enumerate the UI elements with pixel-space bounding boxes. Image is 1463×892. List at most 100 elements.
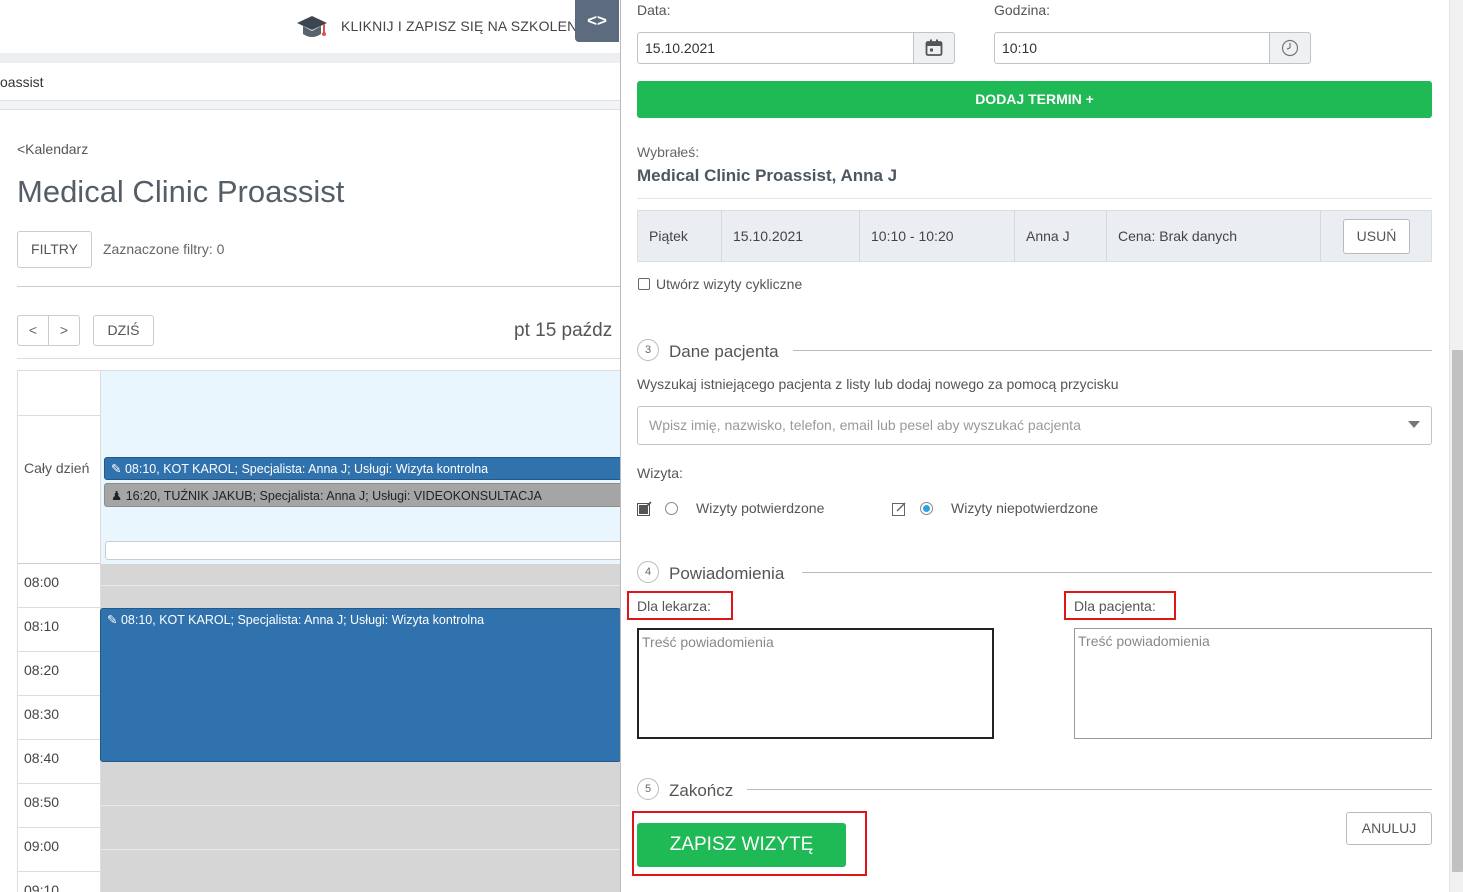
highlight-box <box>1064 591 1176 620</box>
cyclic-label: Utwórz wizyty cykliczne <box>656 276 803 292</box>
section-number: 5 <box>637 778 659 800</box>
slot-cell[interactable] <box>100 828 620 872</box>
event-text: 08:10, KOT KAROL; Specjalista: Anna J; U… <box>120 613 485 627</box>
date-label: Data: <box>637 2 671 18</box>
all-day-event[interactable]: ♟ 16:20, TUŹNIK JAKUB; Specjalista: Anna… <box>104 483 620 507</box>
time-slot[interactable]: 08:00 <box>18 564 620 608</box>
term-date: 15.10.2021 <box>722 211 860 261</box>
date-picker-button[interactable] <box>913 32 955 64</box>
app-brand[interactable]: oassist <box>0 74 44 90</box>
visits-label: Wizyta: <box>637 465 683 481</box>
selected-term-row: Piątek 15.10.2021 10:10 - 10:20 Anna J C… <box>637 210 1432 262</box>
day-grid: Cały dzień ✎ 08:10, KOT KAROL; Specjalis… <box>17 370 620 892</box>
all-day-event[interactable]: ✎ 08:10, KOT KAROL; Specjalista: Anna J;… <box>104 457 620 480</box>
slot-cell[interactable] <box>100 872 620 892</box>
section-number: 4 <box>637 561 659 583</box>
scrollbar[interactable] <box>1449 0 1463 892</box>
today-button[interactable]: DZIŚ <box>93 315 154 346</box>
all-day-row: Cały dzień ✎ 08:10, KOT KAROL; Specjalis… <box>18 416 620 564</box>
edit-icon: ✎ <box>107 613 118 627</box>
edit-icon: ✎ <box>111 462 122 476</box>
patient-search-input[interactable]: Wpisz imię, nazwisko, telefon, email lub… <box>637 406 1432 445</box>
grid-header-day <box>100 371 620 416</box>
slot-time: 08:40 <box>24 750 60 766</box>
grid-header <box>18 371 620 416</box>
time-slot[interactable]: 09:00 <box>18 828 620 872</box>
unconfirmed-visits-radio[interactable] <box>920 502 933 515</box>
section-line <box>802 572 1432 573</box>
section-line <box>793 350 1432 351</box>
save-visit-button[interactable]: ZAPISZ WIZYTĘ <box>637 823 846 867</box>
current-date-label: pt 15 paźdz <box>514 320 613 341</box>
timed-event[interactable]: ✎ 08:10, KOT KAROL; Specjalista: Anna J;… <box>100 608 620 762</box>
unconfirmed-visits-label: Wizyty niepotwierdzone <box>951 500 1099 516</box>
all-day-cell[interactable]: ✎ 08:10, KOT KAROL; Specjalista: Anna J;… <box>100 416 620 564</box>
back-to-calendar-link[interactable]: <Kalendarz <box>17 141 88 157</box>
section-line <box>747 789 1432 790</box>
calendar-background: KLIKNIJ I ZAPISZ SIĘ NA SZKOLEN <> oassi… <box>0 0 620 892</box>
time-slot[interactable]: 09:10 <box>18 872 620 892</box>
patient-hint: Wyszukaj istniejącego pacjenta z listy l… <box>637 376 1119 392</box>
section-title-notifications: Powiadomienia <box>669 564 785 583</box>
time-input[interactable]: 10:10 <box>994 32 1270 64</box>
cancel-button[interactable]: ANULUJ <box>1346 812 1432 845</box>
calendar-icon <box>925 39 943 56</box>
section-title-patient: Dane pacjenta <box>669 342 779 361</box>
slot-time: 08:10 <box>24 618 60 634</box>
slot-time: 08:00 <box>24 574 60 590</box>
event-text: 16:20, TUŹNIK JAKUB; Specjalista: Anna J… <box>125 489 542 503</box>
confirmed-visits-radio[interactable] <box>665 502 678 515</box>
slot-cell[interactable] <box>100 564 620 608</box>
term-specialist: Anna J <box>1015 211 1107 261</box>
screen: KLIKNIJ I ZAPISZ SIĘ NA SZKOLEN <> oassi… <box>0 0 1463 892</box>
date-input[interactable]: 15.10.2021 <box>637 32 914 64</box>
doctor-notification-textarea[interactable]: Treść powiadomienia <box>637 628 994 739</box>
slot-time: 09:10 <box>24 882 60 892</box>
time-label: Godzina: <box>994 2 1051 18</box>
event-text: 08:10, KOT KAROL; Specjalista: Anna J; U… <box>124 462 489 476</box>
graduation-cap-icon <box>297 16 327 37</box>
section-title-finish: Zakończ <box>669 781 734 800</box>
edit-icon <box>892 502 906 516</box>
prev-day-button[interactable]: < <box>17 315 49 346</box>
filters-count: Zaznaczone filtry: 0 <box>103 241 225 257</box>
term-price: Cena: Brak danych <box>1107 211 1321 261</box>
divider <box>17 286 620 287</box>
person-icon: ♟ <box>111 489 123 503</box>
banner-text: KLIKNIJ I ZAPISZ SIĘ NA SZKOLEN <box>341 18 578 34</box>
add-term-button[interactable]: DODAJ TERMIN + <box>637 81 1432 118</box>
checked-box-icon <box>637 501 652 516</box>
banner-separator <box>0 53 620 63</box>
section-number: 3 <box>637 339 659 361</box>
slot-time: 08:20 <box>24 662 60 678</box>
slot-time: 08:30 <box>24 706 60 722</box>
all-day-empty-slot[interactable] <box>105 541 620 560</box>
chevron-down-icon[interactable] <box>1408 421 1420 429</box>
filters-button[interactable]: FILTRY <box>17 231 92 268</box>
chosen-value: Medical Clinic Proassist, Anna J <box>637 166 898 185</box>
time-picker-button[interactable] <box>1269 32 1311 64</box>
divider <box>17 358 620 359</box>
term-day: Piątek <box>638 211 722 261</box>
time-slots: 08:00 08:10 08:20 08:30 08:40 08:50 09:0… <box>18 564 620 892</box>
next-day-button[interactable]: > <box>48 315 80 346</box>
scrollbar-thumb[interactable] <box>1452 350 1463 872</box>
page-title: Medical Clinic Proassist <box>17 174 345 209</box>
slot-time: 09:00 <box>24 838 60 854</box>
clock-icon <box>1281 39 1299 57</box>
toggle-panel-button[interactable]: <> <box>575 0 619 42</box>
slot-cell[interactable] <box>100 784 620 828</box>
cyclic-checkbox[interactable] <box>638 278 650 290</box>
booking-panel: Data: 15.10.2021 Godzina: 10:10 DODAJ TE… <box>620 0 1463 892</box>
chosen-label: Wybrałeś: <box>637 144 700 160</box>
time-slot[interactable]: 08:50 <box>18 784 620 828</box>
training-banner[interactable]: KLIKNIJ I ZAPISZ SIĘ NA SZKOLEN <box>0 0 620 53</box>
all-day-label: Cały dzień <box>24 460 90 476</box>
confirmed-visits-label: Wizyty potwierdzone <box>696 500 825 516</box>
app-bar: oassist <box>0 63 620 101</box>
patient-notification-textarea[interactable]: Treść powiadomienia <box>1074 628 1432 739</box>
term-time: 10:10 - 10:20 <box>860 211 1015 261</box>
app-bar-gap <box>0 101 620 110</box>
slot-time: 08:50 <box>24 794 60 810</box>
remove-term-button[interactable]: USUŃ <box>1343 219 1410 254</box>
